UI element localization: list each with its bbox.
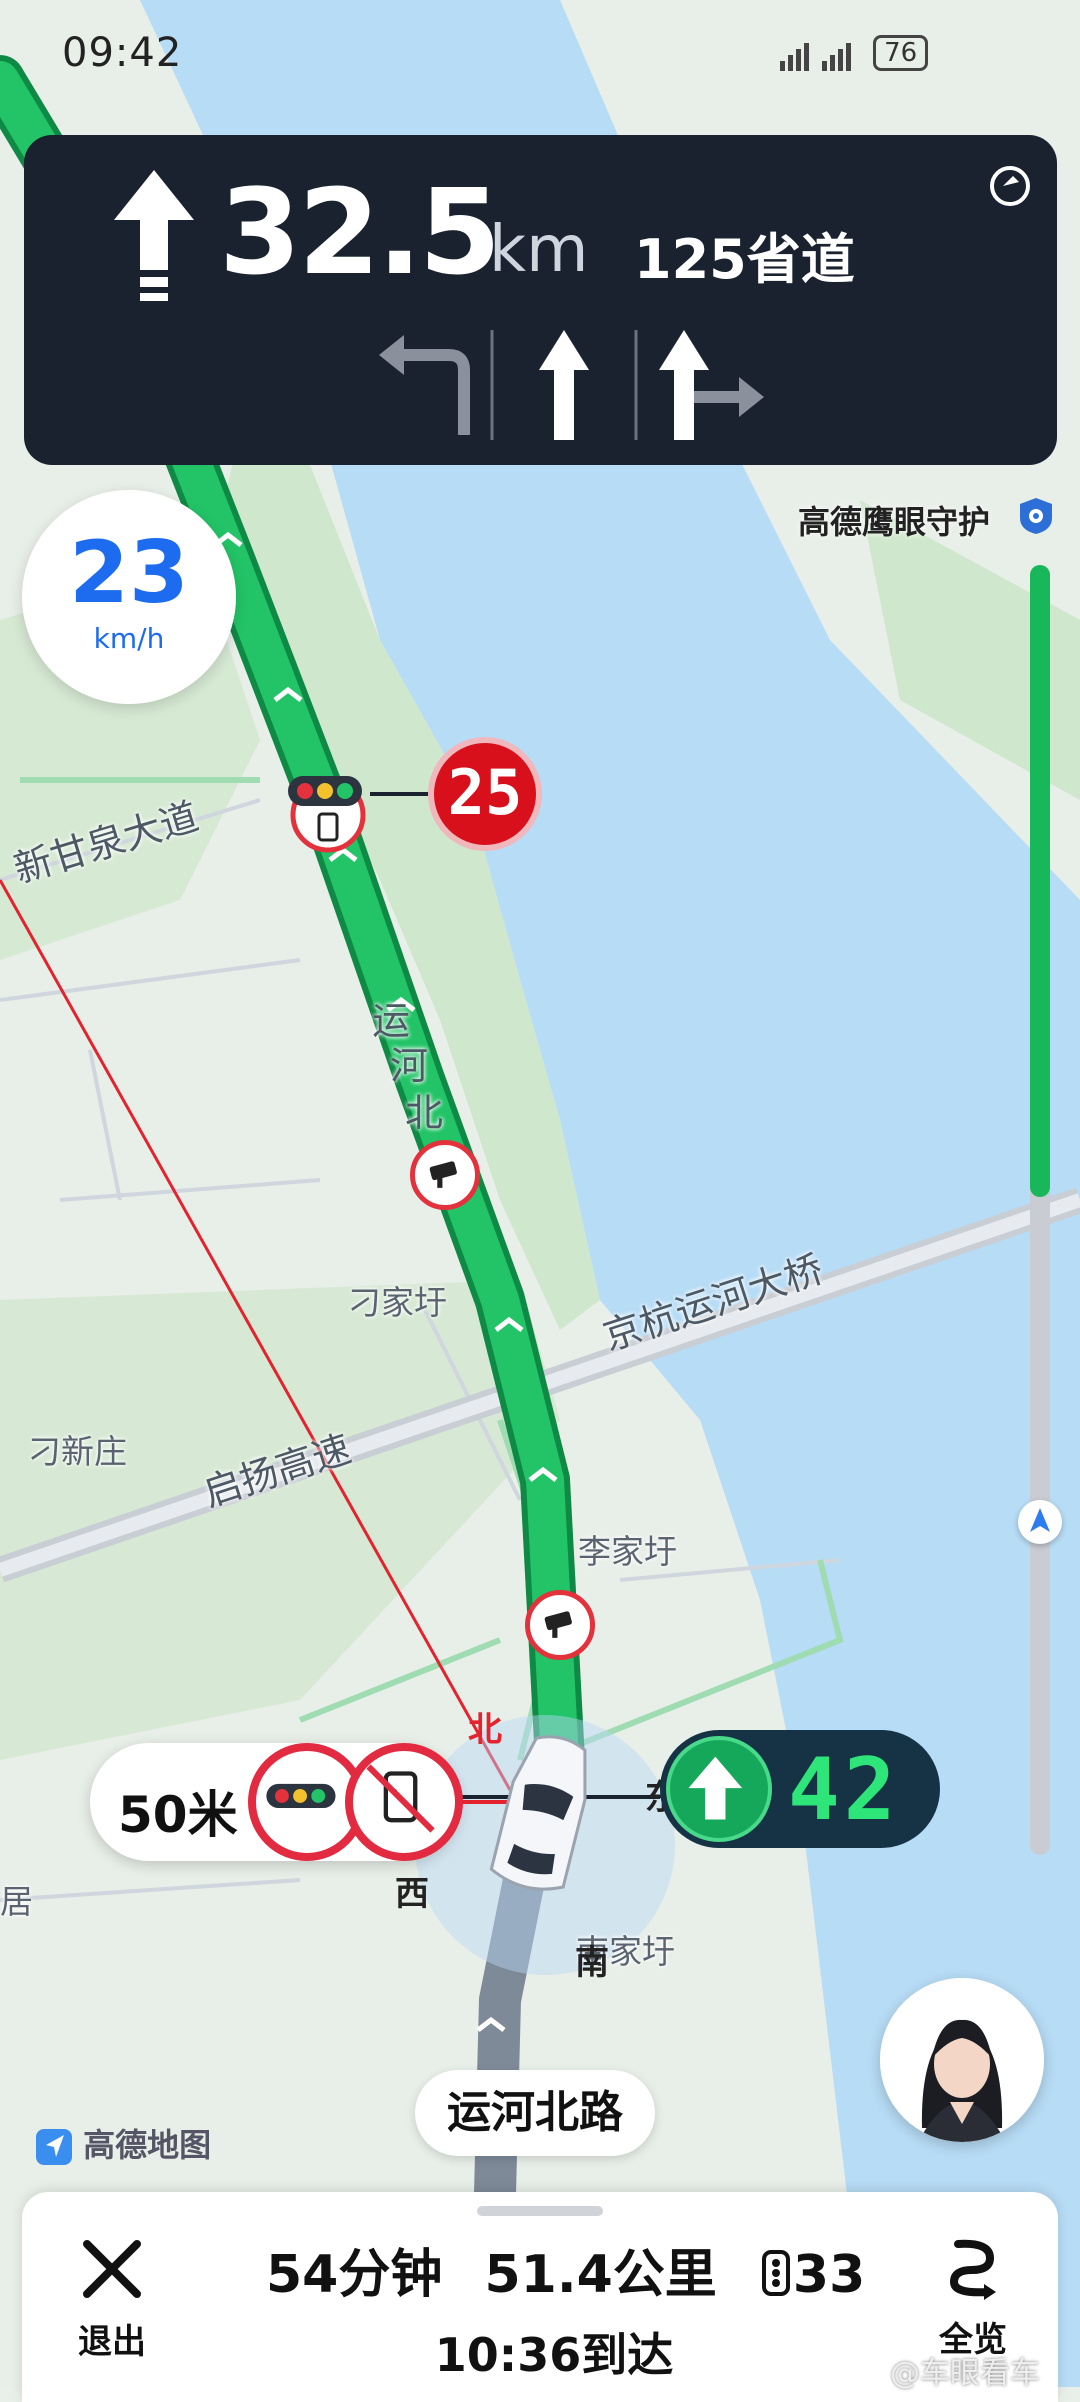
lane-straight-right-icon: [659, 330, 764, 440]
speed-value: 23: [69, 523, 189, 623]
guard-label[interactable]: 高德鹰眼守护: [798, 497, 990, 543]
countdown-value: 42: [788, 1740, 900, 1840]
direction-south: 南: [575, 1943, 609, 1983]
light-countdown: 42: [660, 1730, 940, 1848]
camera-icon[interactable]: [410, 1140, 480, 1210]
exit-label: 退出: [78, 2322, 146, 2362]
battery-icon: 76: [873, 35, 929, 71]
brand-name: 高德地图: [83, 2126, 212, 2164]
vehicle-position-icon: [489, 1735, 587, 1891]
distance-unit: km: [489, 213, 589, 287]
trip-duration: 54分钟: [266, 2245, 443, 2305]
route-progress-fill: [1030, 565, 1050, 1197]
exit-button[interactable]: 退出: [62, 2234, 162, 2363]
route-overview-icon: [949, 2239, 996, 2300]
signal-icon: [780, 36, 812, 71]
current-speed: 23 km/h: [22, 490, 236, 704]
place-label-ju: 居: [0, 1882, 33, 1921]
signal-icon-2: [821, 36, 854, 71]
arrival-time: 10:36到达: [434, 2328, 674, 2382]
panel-drag-handle[interactable]: [477, 2206, 603, 2216]
straight-arrow-icon: [114, 170, 194, 301]
camera-icon-2[interactable]: [525, 1590, 595, 1660]
place-label-lijiawei: 李家圩: [578, 1532, 677, 1571]
current-road-name: 运河北路: [415, 2070, 655, 2156]
progress-position-icon: [1018, 1500, 1062, 1544]
overview-button[interactable]: 全览: [918, 2232, 1028, 2361]
traffic-light-marker[interactable]: [285, 770, 375, 860]
place-label-diaojiawei: 刁家圩: [348, 1283, 447, 1322]
navigation-banner[interactable]: 32.5 km 125省道: [24, 135, 1057, 465]
traffic-lights-count: 33: [759, 2245, 865, 2305]
traffic-lights-value: 33: [792, 2245, 866, 2305]
road-label-yunhe-3: 北: [405, 1091, 444, 1135]
gaode-logo-icon: [36, 2129, 72, 2165]
speed-limit-sign: 25: [428, 737, 542, 851]
no-phone-icon: [345, 1743, 463, 1861]
trip-summary: 54分钟 51.4公里 33 10:36到达: [254, 2232, 865, 2385]
intersection-distance: 50米: [118, 1786, 238, 1844]
marker-connector: [370, 792, 430, 796]
shield-icon[interactable]: [1018, 496, 1054, 536]
status-time: 09:42: [62, 30, 183, 76]
next-road-name: 125省道: [634, 228, 855, 291]
close-icon: [83, 2240, 141, 2298]
direction-west: 西: [395, 1874, 429, 1914]
lane-straight-icon: [539, 330, 589, 440]
trip-distance: 51.4公里: [484, 2245, 717, 2305]
place-label-diaoxinzhuang: 刁新庄: [28, 1432, 127, 1471]
assistant-avatar-icon: [880, 1978, 1044, 2142]
lane-left-turn-icon: [379, 335, 470, 435]
status-icons: 76: [780, 34, 929, 71]
traffic-light-count-icon: [761, 2250, 790, 2296]
voice-broadcast-icon[interactable]: [985, 161, 1035, 211]
intersection-info[interactable]: 50米: [90, 1743, 463, 1861]
lane-guidance: [379, 330, 764, 440]
brand-logo: 高德地图: [36, 2120, 211, 2166]
speed-unit: km/h: [93, 622, 165, 655]
straight-green-arrow-icon: [666, 1736, 772, 1842]
voice-assistant-avatar[interactable]: [880, 1978, 1044, 2142]
distance-value: 32.5: [219, 163, 501, 301]
watermark: @车眼看车: [890, 2356, 1040, 2391]
